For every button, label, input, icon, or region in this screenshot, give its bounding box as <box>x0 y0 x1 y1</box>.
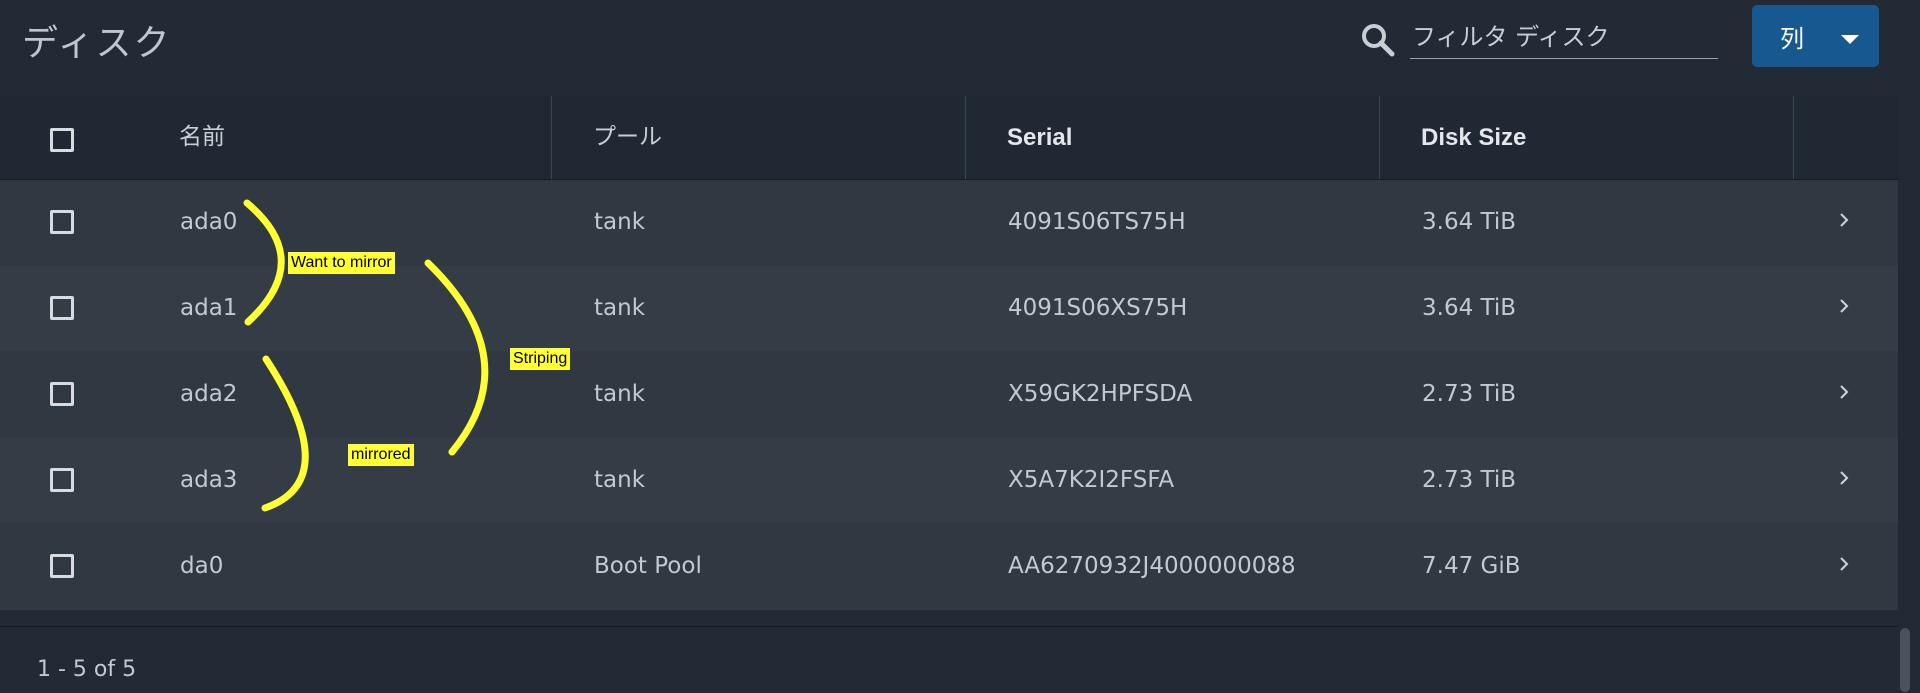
annotation-want-to-mirror: Want to mirror <box>288 252 395 274</box>
annotation-mirrored: mirrored <box>348 444 414 466</box>
annotation-brackets <box>243 199 489 512</box>
striping-bracket <box>424 259 489 456</box>
mirror-bracket-top <box>243 199 285 326</box>
annotation-striping: Striping <box>510 348 571 370</box>
mirror-bracket-bottom <box>261 355 309 512</box>
